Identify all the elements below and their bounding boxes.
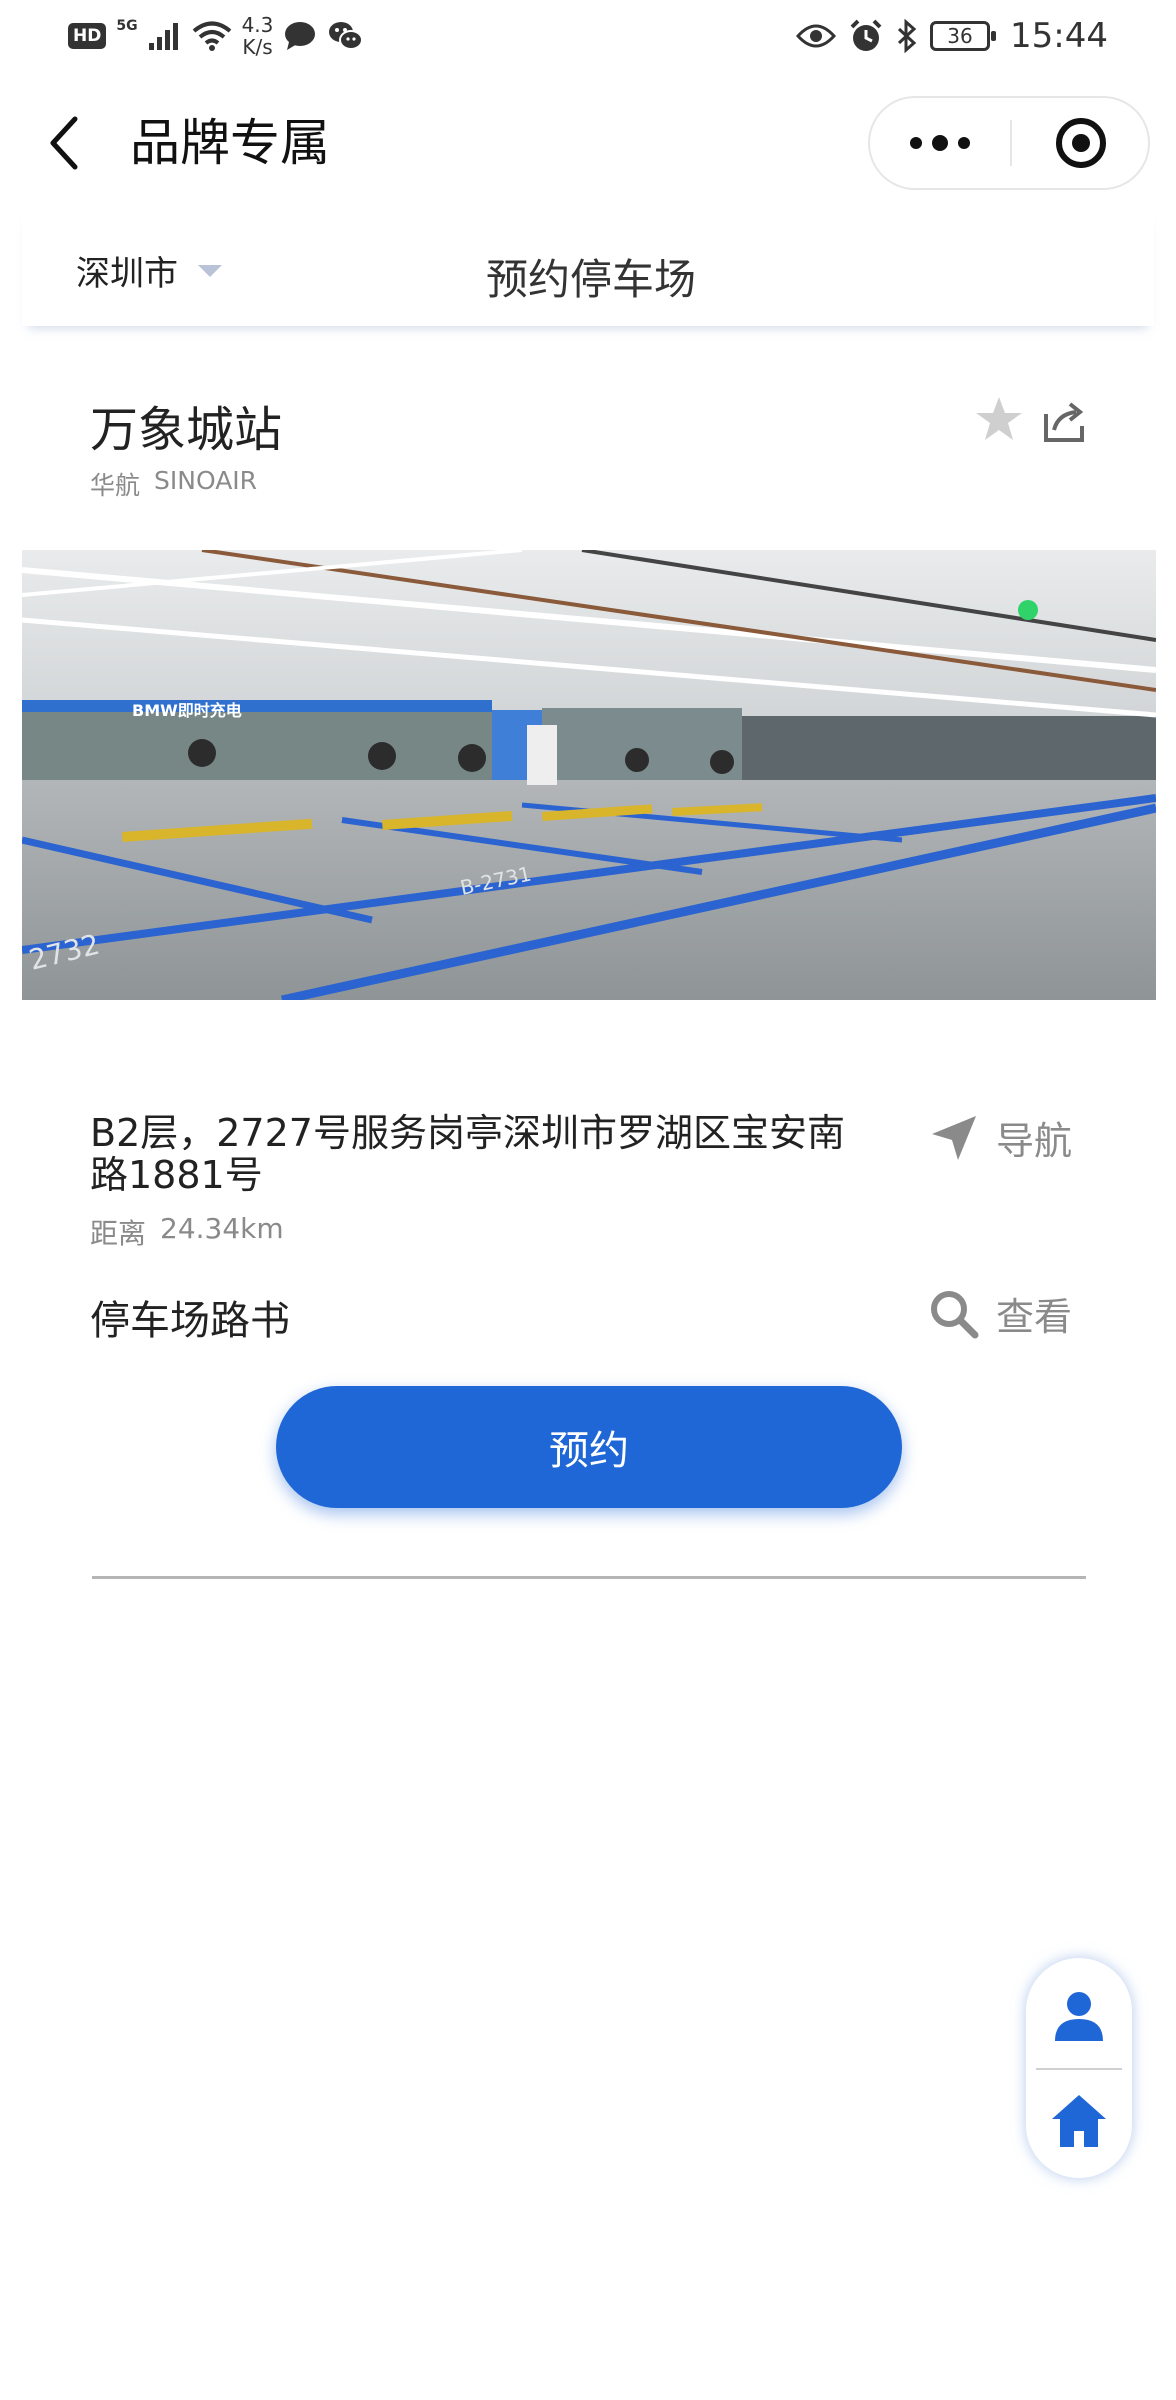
wechat-icon bbox=[329, 22, 364, 50]
station-distance: 距离 24.34km bbox=[90, 1212, 284, 1252]
triangle-down-icon bbox=[198, 264, 222, 277]
status-bar: HD 5G 4.3 K/s 36 15:44 bbox=[0, 0, 1176, 72]
hd-badge: HD bbox=[68, 23, 107, 49]
subheader: 深圳市 预约停车场 bbox=[22, 212, 1154, 326]
more-button[interactable] bbox=[870, 98, 1010, 188]
target-icon bbox=[1056, 118, 1106, 168]
chevron-left-icon bbox=[50, 116, 78, 170]
navigate-label: 导航 bbox=[996, 1119, 1073, 1163]
fab-separator bbox=[1036, 2068, 1122, 2070]
view-label: 查看 bbox=[996, 1295, 1073, 1339]
divider bbox=[92, 1576, 1086, 1579]
photo-sign: BMW即时充电 bbox=[132, 701, 242, 720]
mini-program-capsule bbox=[868, 96, 1150, 190]
close-button[interactable] bbox=[1012, 98, 1150, 188]
favorite-button[interactable] bbox=[974, 394, 1024, 444]
share-icon bbox=[1044, 402, 1084, 442]
alarm-icon bbox=[850, 19, 882, 51]
distance-label: 距离 bbox=[90, 1217, 147, 1250]
roadbook-label: 停车场路书 bbox=[90, 1298, 290, 1344]
back-button[interactable] bbox=[34, 110, 94, 176]
clock: 15:44 bbox=[1010, 16, 1108, 56]
more-icon bbox=[910, 135, 970, 151]
floating-action-bar bbox=[1026, 1958, 1132, 2178]
navigation-arrow-icon bbox=[932, 1115, 976, 1160]
user-icon bbox=[1055, 1992, 1103, 2041]
star-icon bbox=[976, 397, 1022, 440]
view-roadbook-button[interactable]: 查看 bbox=[928, 1286, 1072, 1341]
signal-icon bbox=[148, 23, 178, 50]
parking-lot-image: BMW即时充电 2732 B-2731 bbox=[22, 550, 1156, 1000]
navigate-button[interactable]: 导航 bbox=[928, 1110, 1072, 1165]
station-brand: 华航 SINOAIR bbox=[90, 466, 257, 502]
distance-value: 24.34km bbox=[160, 1212, 284, 1245]
message-icon bbox=[285, 22, 316, 50]
network-type: 5G bbox=[116, 18, 138, 34]
station-address: B2层，2727号服务岗亭深圳市罗湖区宝安南路1881号 bbox=[90, 1111, 845, 1197]
wifi-icon bbox=[192, 21, 231, 51]
brand-en: SINOAIR bbox=[154, 466, 258, 495]
status-right: 36 15:44 bbox=[796, 14, 1108, 58]
city-selector[interactable]: 深圳市 bbox=[76, 246, 224, 295]
speed-unit: K/s bbox=[242, 35, 273, 59]
brand-cn: 华航 bbox=[90, 471, 141, 500]
reserve-button[interactable]: 预约 bbox=[276, 1386, 902, 1508]
nav-bar: 品牌专属 bbox=[0, 72, 1176, 212]
city-label: 深圳市 bbox=[76, 254, 178, 294]
status-left: HD 5G 4.3 K/s bbox=[68, 14, 364, 58]
battery-indicator: 36 bbox=[930, 21, 997, 51]
home-icon bbox=[1052, 2095, 1106, 2147]
section-heading: 预约停车场 bbox=[486, 255, 697, 304]
eye-icon bbox=[796, 24, 837, 48]
station-name: 万象城站 bbox=[90, 402, 283, 458]
home-button[interactable] bbox=[1026, 2076, 1132, 2166]
speed-value: 4.3 bbox=[241, 13, 274, 37]
share-button[interactable] bbox=[1040, 396, 1090, 446]
station-photo: BMW即时充电 2732 B-2731 bbox=[22, 550, 1156, 1000]
network-speed: 4.3 K/s bbox=[242, 14, 274, 58]
profile-button[interactable] bbox=[1026, 1970, 1132, 2060]
page-title: 品牌专属 bbox=[130, 114, 330, 172]
bluetooth-icon bbox=[897, 19, 917, 53]
search-icon bbox=[931, 1290, 979, 1338]
